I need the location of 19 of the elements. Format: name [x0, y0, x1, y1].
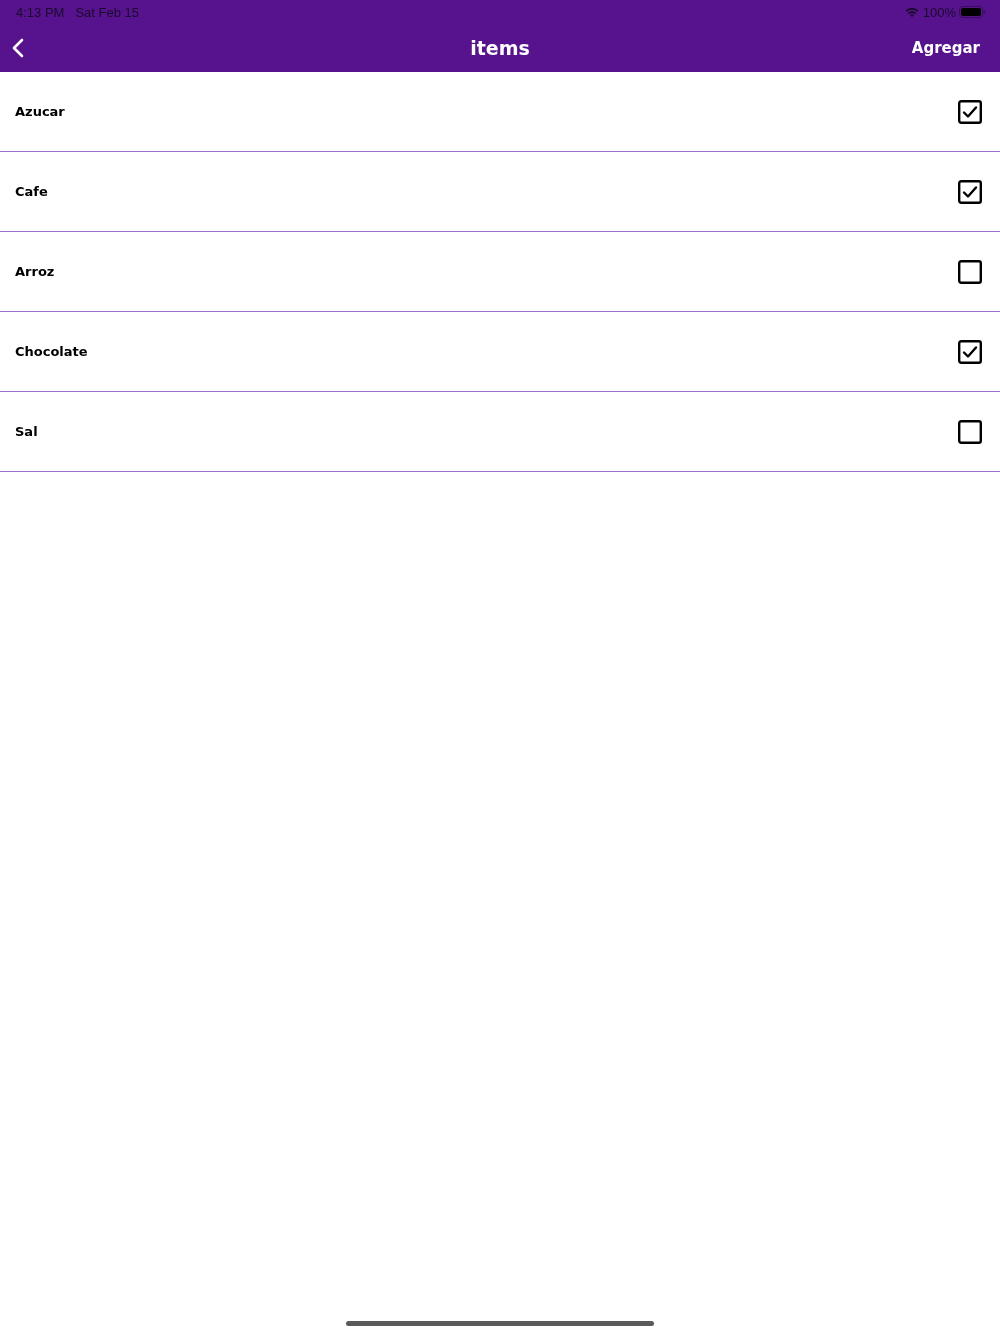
battery-icon — [959, 6, 986, 18]
item-label: Chocolate — [15, 344, 88, 359]
nav-title: items — [470, 37, 530, 59]
back-button[interactable] — [10, 36, 26, 60]
checked-checkbox-icon[interactable] — [958, 339, 982, 364]
wifi-icon — [904, 7, 919, 17]
item-label: Azucar — [15, 104, 65, 119]
battery-percent: 100% — [922, 4, 956, 20]
item-label: Arroz — [15, 264, 55, 279]
status-date: Sat Feb 15 — [75, 4, 140, 20]
checkbox-icon[interactable] — [958, 419, 982, 444]
add-button[interactable]: Agregar — [911, 39, 980, 57]
checked-checkbox-icon[interactable] — [958, 179, 982, 204]
checked-checkbox-icon[interactable] — [958, 99, 982, 124]
item-label: Cafe — [15, 184, 48, 199]
back-chevron-icon — [12, 38, 24, 58]
item-label: Sal — [15, 424, 38, 439]
checkbox-icon[interactable] — [958, 259, 982, 284]
status-time: 4:13 PM — [16, 4, 65, 20]
